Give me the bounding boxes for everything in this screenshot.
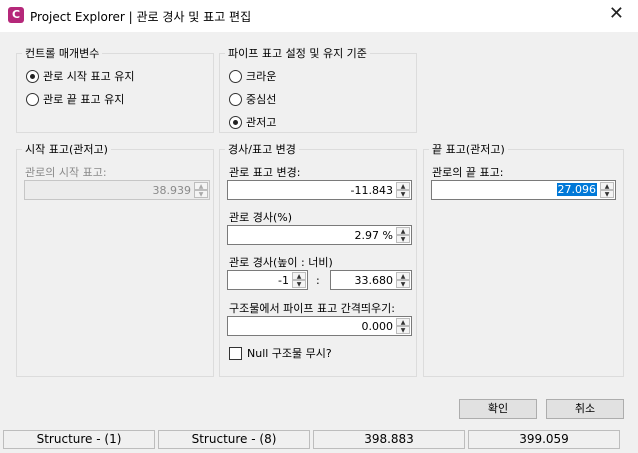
offset-value: 0.000 (361, 320, 394, 333)
spin-down-icon[interactable]: ▼ (292, 280, 306, 288)
elev-change-spinner[interactable]: -11.843 ▲ ▼ (227, 180, 412, 200)
app-icon: C (8, 7, 24, 23)
close-icon[interactable]: ✕ (609, 4, 624, 24)
spin-up-icon[interactable]: ▲ (396, 182, 410, 190)
radio-button-icon (229, 92, 242, 106)
offset-label: 구조물에서 파이프 표고 간격띄우기: (229, 302, 395, 315)
end-elev-value[interactable]: 27.096 (556, 183, 597, 196)
control-params-group: 컨트롤 매개변수 (16, 45, 214, 133)
radio-button-icon (229, 115, 242, 129)
spin-up-icon[interactable]: ▲ (396, 272, 410, 280)
rise-run-label: 관로 경사(높이 : 너비) (229, 256, 333, 269)
radio-button-icon (26, 69, 39, 83)
status-end-elev: 399.059 (468, 430, 620, 449)
ratio-separator: : (316, 274, 320, 287)
radio-keep-end[interactable]: 관로 끝 표고 유지 (26, 91, 124, 107)
title-bar: C Project Explorer | 관로 경사 및 표고 편집 ✕ (0, 0, 638, 32)
rise-spinner[interactable]: -1 ▲ ▼ (227, 270, 308, 290)
slope-legend: 경사/표고 변경 (228, 143, 296, 156)
radio-keep-start-label: 관로 시작 표고 유지 (43, 70, 135, 83)
status-start-structure: Structure - (1) (3, 430, 155, 449)
run-value: 33.680 (354, 274, 394, 287)
run-spinner[interactable]: 33.680 ▲ ▼ (330, 270, 412, 290)
slope-pct-label: 관로 경사(%) (229, 211, 293, 224)
end-elev-label: 관로의 끝 표고: (432, 166, 504, 179)
rise-value: -1 (278, 274, 289, 287)
spin-up-icon[interactable]: ▲ (292, 272, 306, 280)
start-elev-value: 38.939 (152, 184, 192, 197)
cancel-button[interactable]: 취소 (546, 399, 624, 419)
spin-down-icon[interactable]: ▼ (396, 235, 410, 243)
spin-down-icon: ▼ (194, 190, 208, 198)
radio-invert[interactable]: 관저고 (229, 114, 276, 130)
slope-pct-spinner[interactable]: 2.97 % ▲ ▼ (227, 225, 412, 245)
elev-change-value: -11.843 (350, 184, 393, 197)
radio-keep-end-label: 관로 끝 표고 유지 (43, 93, 125, 106)
start-elev-label: 관로의 시작 표고: (25, 166, 107, 179)
slope-pct-value: 2.97 % (354, 229, 393, 242)
checkbox-icon (229, 346, 242, 360)
window-title: Project Explorer | 관로 경사 및 표고 편집 (30, 10, 252, 24)
radio-centerline[interactable]: 중심선 (229, 91, 276, 107)
spin-down-icon[interactable]: ▼ (396, 326, 410, 334)
ignore-null-label: Null 구조물 무시? (247, 347, 332, 360)
elev-change-label: 관로 표고 변경: (229, 166, 301, 179)
spin-up-icon: ▲ (194, 182, 208, 190)
start-elev-spinner: 38.939 ▲ ▼ (24, 180, 210, 200)
spin-down-icon[interactable]: ▼ (396, 190, 410, 198)
status-start-elev: 398.883 (313, 430, 465, 449)
radio-keep-start[interactable]: 관로 시작 표고 유지 (26, 68, 134, 84)
ok-button[interactable]: 확인 (459, 399, 537, 419)
radio-crown[interactable]: 크라운 (229, 68, 276, 84)
radio-crown-label: 크라운 (246, 70, 277, 83)
spin-down-icon[interactable]: ▼ (396, 280, 410, 288)
ignore-null-checkbox[interactable]: Null 구조물 무시? (229, 345, 332, 361)
spin-down-icon[interactable]: ▼ (600, 190, 614, 198)
start-elev-legend: 시작 표고(관저고) (25, 143, 108, 156)
control-params-legend: 컨트롤 매개변수 (25, 47, 100, 60)
radio-button-icon (229, 69, 242, 83)
spin-up-icon[interactable]: ▲ (396, 227, 410, 235)
radio-button-icon (26, 92, 39, 106)
pipe-standard-legend: 파이프 표고 설정 및 유지 기준 (228, 47, 367, 60)
status-end-structure: Structure - (8) (158, 430, 310, 449)
radio-invert-label: 관저고 (246, 116, 277, 129)
end-elev-spinner[interactable]: 27.096 ▲ ▼ (431, 180, 616, 200)
end-elev-legend: 끝 표고(관저고) (432, 143, 505, 156)
radio-centerline-label: 중심선 (246, 93, 277, 106)
offset-spinner[interactable]: 0.000 ▲ ▼ (227, 316, 412, 336)
spin-up-icon[interactable]: ▲ (600, 182, 614, 190)
spin-up-icon[interactable]: ▲ (396, 318, 410, 326)
